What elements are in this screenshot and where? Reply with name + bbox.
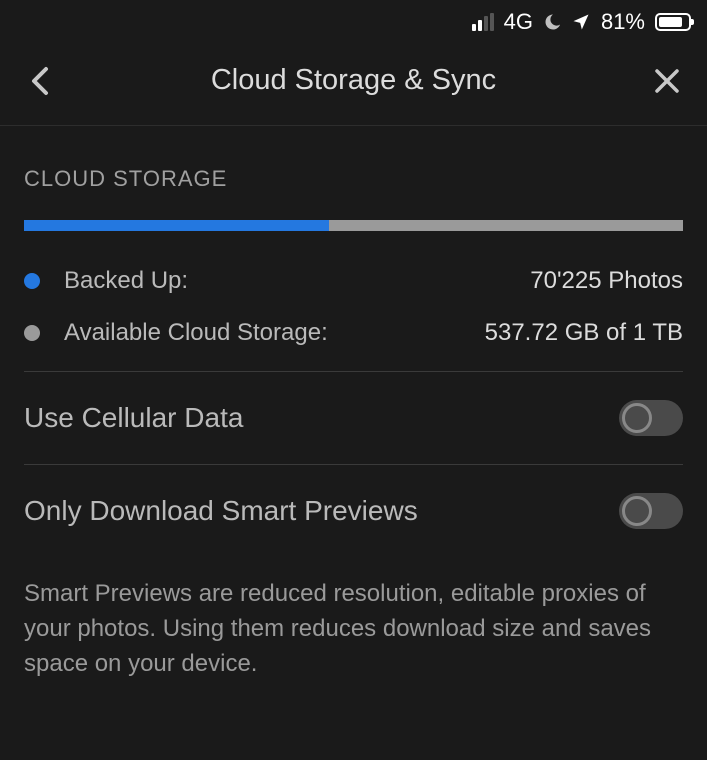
toggle-thumb [622, 496, 652, 526]
cellular-data-toggle[interactable] [619, 400, 683, 436]
back-button[interactable] [24, 65, 56, 97]
do-not-disturb-icon [543, 12, 563, 32]
backed-up-label: Backed Up: [64, 267, 530, 295]
backed-up-row: Backed Up: 70'225 Photos [24, 267, 683, 295]
battery-fill [659, 17, 682, 27]
storage-progress-bar [24, 220, 683, 231]
battery-icon [655, 13, 691, 31]
available-dot-icon [24, 325, 40, 341]
cellular-data-label: Use Cellular Data [24, 402, 243, 434]
smart-previews-toggle[interactable] [619, 493, 683, 529]
backed-up-value: 70'225 Photos [530, 267, 683, 295]
available-storage-label: Available Cloud Storage: [64, 319, 485, 347]
page-title: Cloud Storage & Sync [56, 64, 651, 97]
cloud-storage-section-header: CLOUD STORAGE [24, 166, 683, 192]
smart-previews-setting[interactable]: Only Download Smart Previews [24, 465, 683, 557]
nav-header: Cloud Storage & Sync [0, 44, 707, 126]
network-type: 4G [504, 9, 533, 35]
available-storage-value: 537.72 GB of 1 TB [485, 319, 683, 347]
cellular-data-setting[interactable]: Use Cellular Data [24, 372, 683, 465]
storage-progress-fill [24, 220, 329, 231]
close-button[interactable] [651, 65, 683, 97]
toggle-thumb [622, 403, 652, 433]
backed-up-dot-icon [24, 273, 40, 289]
available-storage-row: Available Cloud Storage: 537.72 GB of 1 … [24, 319, 683, 347]
location-arrow-icon [571, 12, 591, 32]
smart-previews-description: Smart Previews are reduced resolution, e… [24, 577, 683, 705]
signal-strength-icon [472, 13, 494, 31]
smart-previews-label: Only Download Smart Previews [24, 495, 418, 527]
status-bar: 4G 81% [0, 0, 707, 44]
battery-percent: 81% [601, 9, 645, 35]
